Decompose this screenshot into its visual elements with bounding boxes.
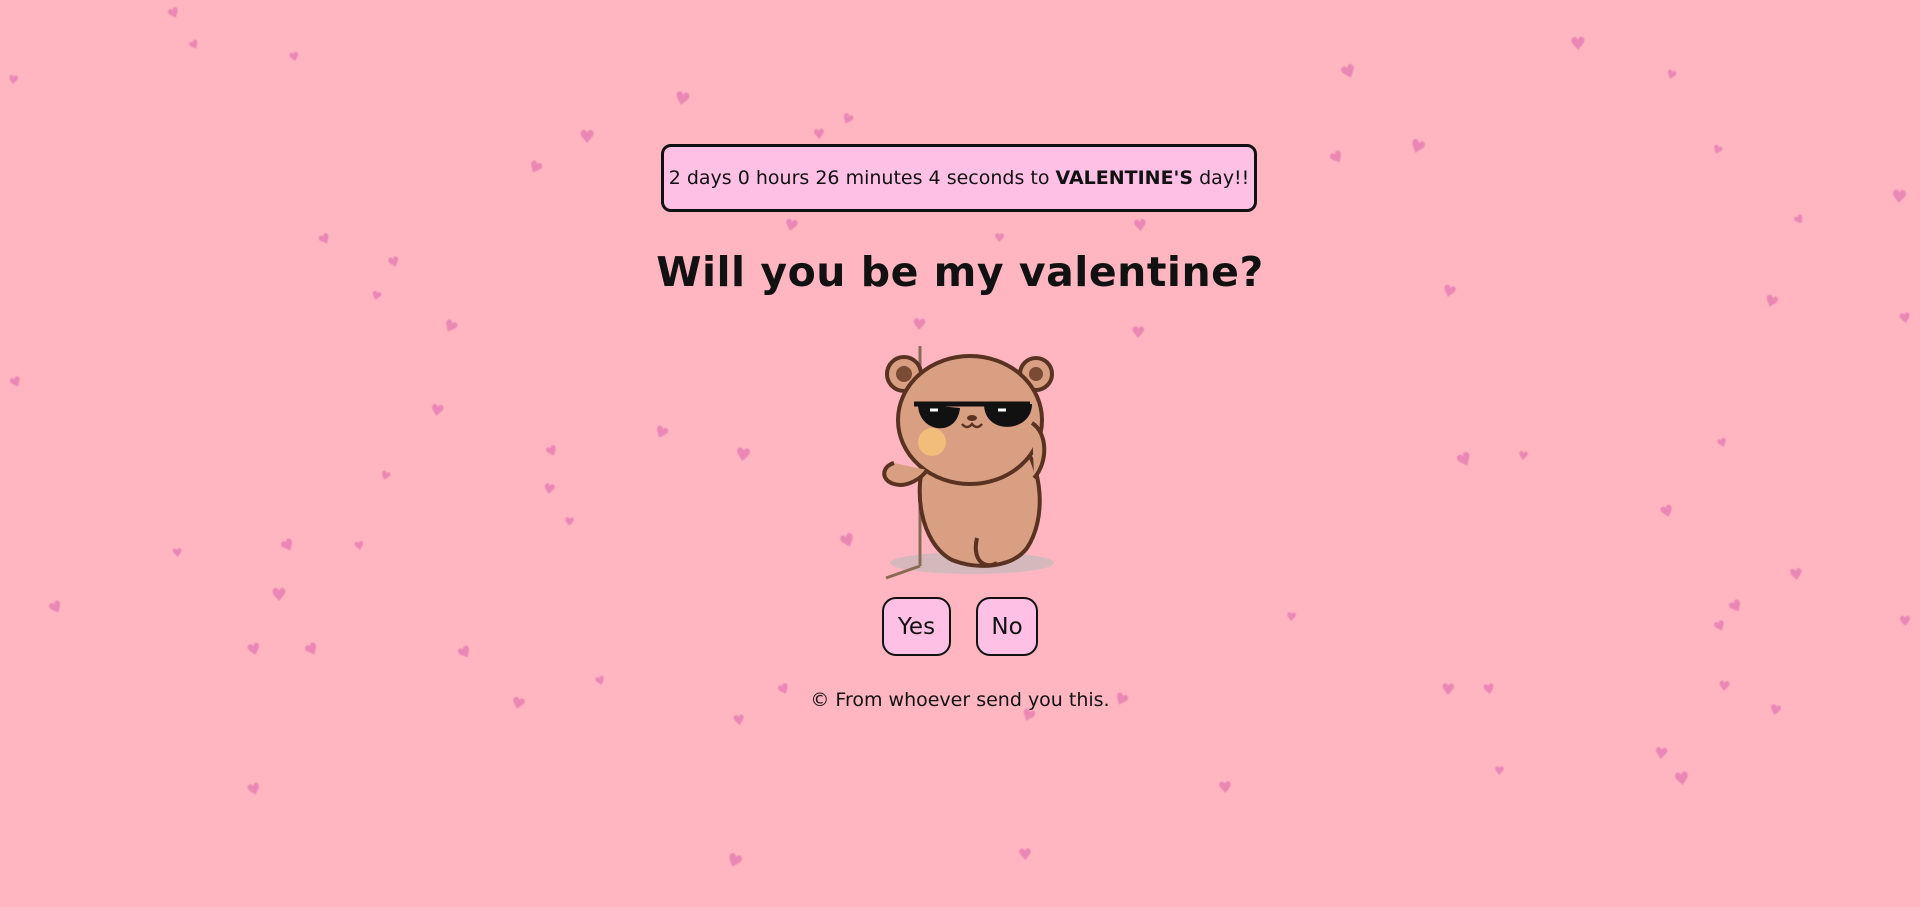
heart-icon: ♥	[993, 230, 1006, 246]
heart-icon: ♥	[563, 514, 576, 530]
heart-icon: ♥	[543, 442, 562, 462]
heart-icon: ♥	[1890, 186, 1908, 209]
heart-icon: ♥	[1672, 767, 1692, 792]
heart-icon: ♥	[1791, 211, 1808, 229]
heart-icon: ♥	[812, 126, 827, 144]
heart-icon: ♥	[1664, 66, 1679, 84]
heart-icon: ♥	[1897, 309, 1913, 329]
heart-icon: ♥	[352, 538, 367, 554]
heart-icon: ♥	[651, 420, 672, 445]
heart-icon: ♥	[672, 87, 693, 112]
heart-icon: ♥	[287, 48, 302, 66]
heart-icon: ♥	[579, 127, 596, 148]
no-button[interactable]: No	[976, 597, 1038, 656]
heart-icon: ♥	[541, 481, 557, 499]
heart-icon: ♥	[1453, 447, 1477, 474]
heart-icon: ♥	[1493, 763, 1506, 779]
heart-icon: ♥	[171, 545, 184, 561]
heart-icon: ♥	[1406, 134, 1429, 161]
countdown-hours-unit: hours	[755, 167, 810, 189]
heart-icon: ♥	[838, 110, 857, 130]
heart-icon: ♥	[1517, 448, 1530, 464]
heart-icon: ♥	[315, 229, 335, 251]
countdown-seconds-unit: seconds	[946, 167, 1025, 189]
heart-icon: ♥	[592, 672, 608, 690]
heart-icon: ♥	[836, 528, 860, 555]
countdown-days-unit: days	[686, 167, 732, 189]
yes-button[interactable]: Yes	[882, 597, 951, 656]
countdown-banner: 2 days 0 hours 26 minutes 4 seconds to V…	[661, 144, 1257, 212]
countdown-days: 2	[668, 167, 681, 189]
heart-icon: ♥	[733, 444, 753, 467]
countdown-to: to	[1030, 167, 1050, 189]
bear-with-sunglasses-icon	[872, 338, 1062, 582]
heart-icon: ♥	[1714, 434, 1730, 452]
heart-icon: ♥	[7, 373, 26, 393]
footer-credit: © From whoever send you this.	[810, 689, 1110, 711]
heart-icon: ♥	[1325, 145, 1348, 170]
heart-icon: ♥	[244, 778, 264, 801]
heart-icon: ♥	[1337, 59, 1361, 86]
heart-icon: ♥	[1569, 33, 1587, 56]
heart-icon: ♥	[428, 400, 446, 422]
answer-buttons: Yes No	[0, 597, 1920, 656]
heart-icon: ♥	[277, 533, 299, 558]
heart-icon: ♥	[1657, 500, 1677, 523]
heart-icon: ♥	[524, 155, 547, 180]
countdown-holiday: VALENTINE'S	[1055, 167, 1194, 189]
heart-icon: ♥	[165, 4, 184, 24]
countdown-suffix: day!!	[1199, 167, 1250, 189]
heart-icon: ♥	[1709, 141, 1726, 159]
heart-icon: ♥	[377, 467, 393, 485]
heart-icon: ♥	[732, 712, 747, 730]
countdown-hours: 0	[737, 167, 750, 189]
heart-icon: ♥	[186, 36, 203, 54]
countdown-minutes: 26	[815, 167, 840, 189]
heart-icon: ♥	[722, 848, 746, 875]
heart-icon: ♥	[1217, 777, 1233, 798]
countdown-seconds: 4	[928, 167, 941, 189]
heart-icon: ♥	[7, 72, 20, 88]
page-title: Will you be my valentine?	[656, 248, 1264, 296]
heart-icon: ♥	[1787, 564, 1805, 585]
heart-icon: ♥	[1653, 743, 1670, 764]
heart-icon: ♥	[1132, 215, 1149, 236]
heart-icon: ♥	[1130, 322, 1146, 343]
countdown-minutes-unit: minutes	[845, 167, 923, 189]
heart-icon: ♥	[1017, 844, 1033, 865]
heart-icon: ♥	[782, 214, 801, 237]
heart-icon: ♥	[439, 314, 462, 339]
heart-icon: ♥	[911, 314, 928, 335]
